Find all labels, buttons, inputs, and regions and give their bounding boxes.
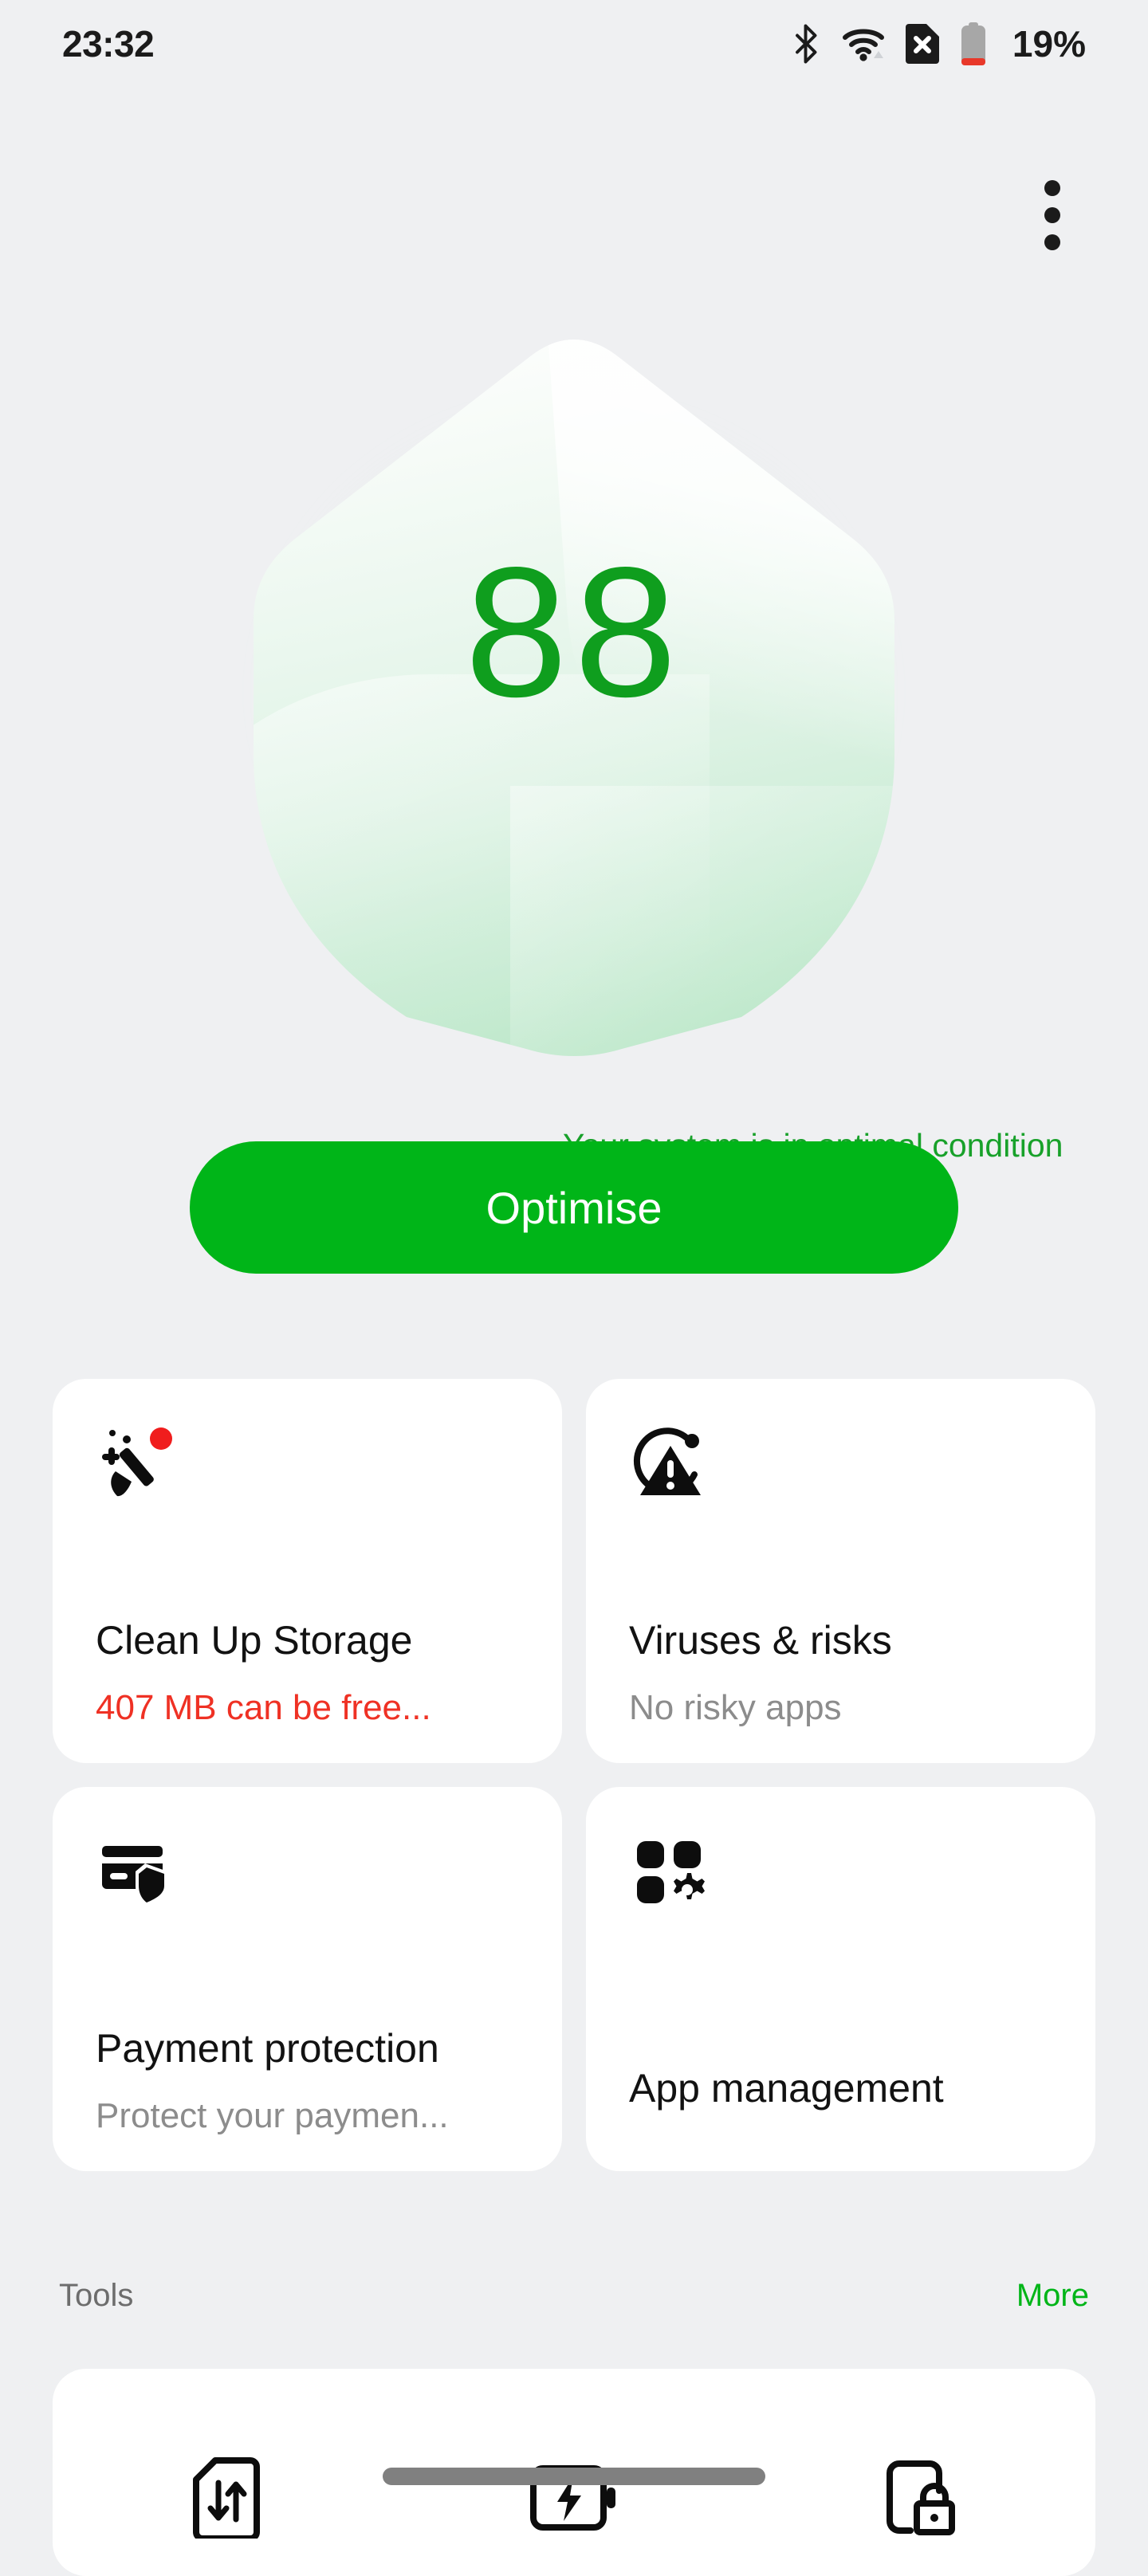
tool-app-lock[interactable] xyxy=(846,2456,997,2539)
card-clean-up-storage[interactable]: Clean Up Storage 407 MB can be free... xyxy=(53,1379,562,1763)
bluetooth-icon xyxy=(792,24,821,64)
status-bar-icons: 19% xyxy=(792,22,1086,65)
shield-graphic: 88 Your system is in optimal condition xyxy=(247,340,1063,1164)
battery-percent-label: 19% xyxy=(1012,23,1086,65)
feature-card-grid: Clean Up Storage 407 MB can be free... V… xyxy=(53,1379,1095,2171)
card-title: Payment protection xyxy=(96,2026,439,2071)
gesture-navigation-bar[interactable] xyxy=(383,2468,765,2485)
tools-more-link[interactable]: More xyxy=(1016,2278,1089,2314)
card-title: Clean Up Storage xyxy=(96,1618,413,1663)
card-title: Viruses & risks xyxy=(629,1618,892,1663)
optimise-button[interactable]: Optimise xyxy=(190,1141,958,1274)
wifi-icon xyxy=(842,26,885,61)
card-shield-icon xyxy=(96,1830,519,1926)
card-subtitle: Protect your paymen... xyxy=(96,2096,449,2135)
tools-section-label: Tools xyxy=(59,2278,134,2313)
security-score-value: 88 xyxy=(464,529,684,736)
card-payment-protection[interactable]: Payment protection Protect your paymen..… xyxy=(53,1787,562,2171)
security-score-hero: 88 Your system is in optimal condition xyxy=(0,263,1148,1164)
tool-data-usage[interactable] xyxy=(151,2456,302,2539)
card-title: App management xyxy=(629,2066,944,2111)
card-subtitle: 407 MB can be free... xyxy=(96,1688,431,1727)
apps-gear-icon xyxy=(629,1830,1052,1926)
overflow-menu-button[interactable] xyxy=(1027,174,1078,257)
broom-sparkle-icon xyxy=(96,1422,519,1518)
sim-card-error-icon xyxy=(905,24,939,64)
status-bar-time: 23:32 xyxy=(62,23,155,65)
sim-data-transfer-icon xyxy=(191,2456,261,2539)
status-bar: 23:32 19% xyxy=(0,0,1148,88)
overflow-dot-icon xyxy=(1044,234,1060,250)
phone-lock-icon xyxy=(880,2456,963,2539)
card-app-management[interactable]: App management xyxy=(586,1787,1095,2171)
overflow-dot-icon xyxy=(1044,207,1060,223)
tools-section-header: Tools More xyxy=(0,2278,1148,2314)
battery-low-icon xyxy=(960,22,987,65)
overflow-dot-icon xyxy=(1044,180,1060,196)
card-viruses-and-risks[interactable]: Viruses & risks No risky apps xyxy=(586,1379,1095,1763)
card-subtitle: No risky apps xyxy=(629,1688,842,1727)
virus-warning-icon xyxy=(629,1422,1052,1518)
